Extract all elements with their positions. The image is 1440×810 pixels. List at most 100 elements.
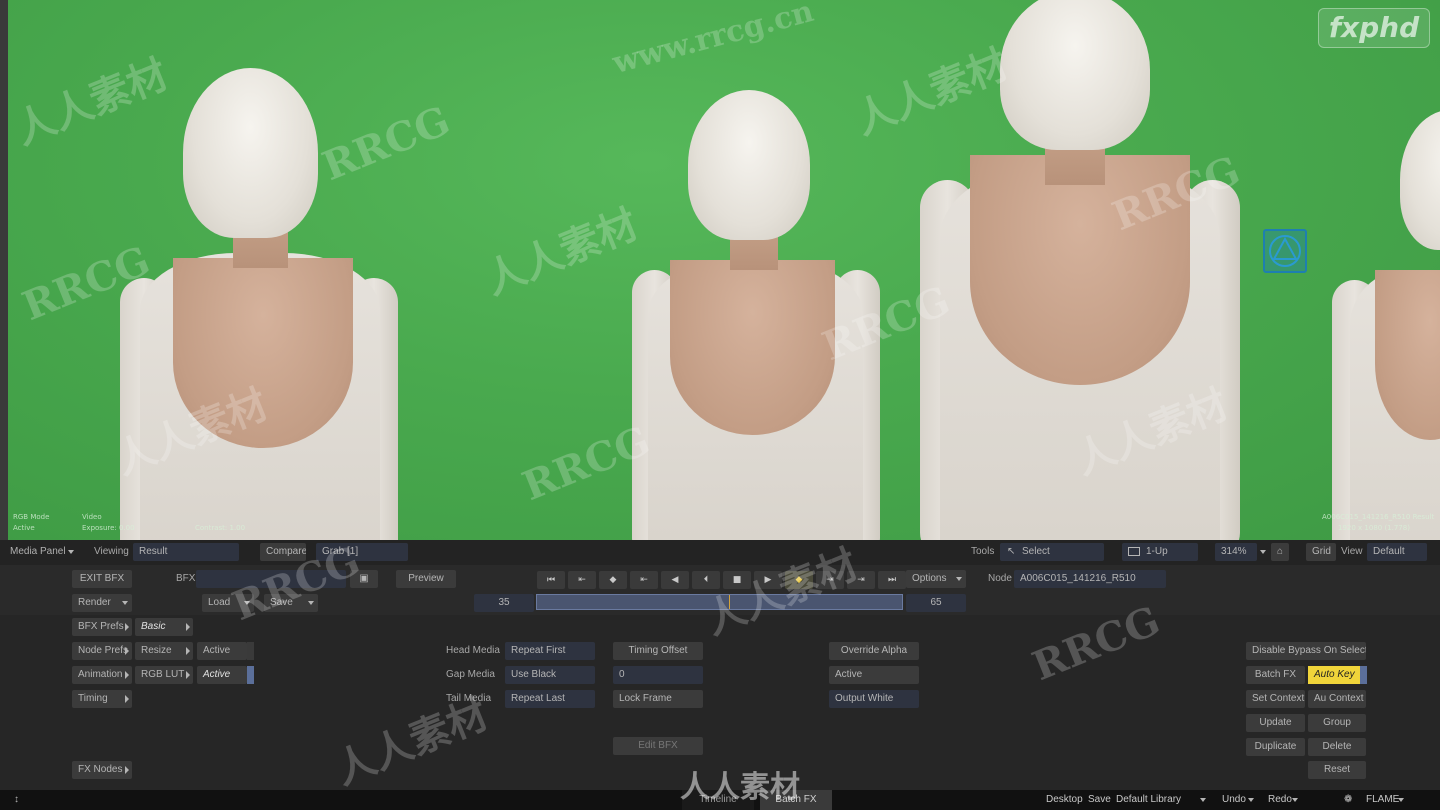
- prev-mark-icon[interactable]: ◆: [599, 571, 627, 589]
- duplicate-button[interactable]: Duplicate: [1246, 738, 1305, 756]
- gap-media-label: Gap Media: [446, 669, 495, 680]
- mode-state: Active: [13, 524, 35, 532]
- auto-key-toggle[interactable]: Auto Key: [1308, 666, 1360, 684]
- compare-button[interactable]: Compare: [260, 543, 306, 561]
- basic-button[interactable]: Basic: [135, 618, 193, 636]
- load-button[interactable]: Load: [202, 594, 254, 612]
- lut-active-toggle[interactable]: Active: [197, 666, 247, 684]
- reset-button[interactable]: Reset: [1308, 761, 1366, 779]
- media-panel-dropdown[interactable]: Media Panel: [4, 543, 78, 561]
- expand-icon[interactable]: ↕: [8, 791, 25, 809]
- zoom-field[interactable]: 314%: [1215, 543, 1257, 561]
- view-field[interactable]: Default: [1367, 543, 1427, 561]
- go-to-start-icon[interactable]: ⏮: [537, 571, 565, 589]
- prev-edit-icon[interactable]: ⇤: [630, 571, 658, 589]
- fxphd-logo: fxphd: [1318, 8, 1430, 48]
- contrast-info: Contrast: 1.00: [195, 524, 246, 532]
- tail-media-label: Tail Media: [446, 693, 492, 704]
- prev-keyframe-icon[interactable]: ⇤: [568, 571, 596, 589]
- bfx-panel: BFX Prefs Basic Node Prefs Resize Active…: [0, 615, 1440, 790]
- disable-bypass-button[interactable]: Disable Bypass On Selection: [1246, 642, 1366, 660]
- subject-figure: [915, 0, 1245, 540]
- rgb-lut-button[interactable]: RGB LUT: [135, 666, 193, 684]
- output-white-field[interactable]: Output White: [829, 690, 919, 708]
- playhead[interactable]: [729, 595, 730, 609]
- node-name-field[interactable]: A006C015_141216_R510: [1014, 570, 1166, 588]
- viewer-edge: [0, 0, 8, 540]
- gap-media-field[interactable]: Use Black: [505, 666, 595, 684]
- timeline-scrubber[interactable]: [536, 594, 903, 610]
- clip-info: A006C015_141216_R510 Result: [1322, 513, 1435, 521]
- step-back-icon[interactable]: ◀: [661, 571, 689, 589]
- preview-button[interactable]: Preview: [396, 570, 456, 588]
- timing-button[interactable]: Timing: [72, 690, 132, 708]
- bfx-name-field[interactable]: [196, 570, 346, 588]
- timing-offset-field[interactable]: 0: [613, 666, 703, 684]
- subject-figure: [118, 68, 408, 540]
- view-label: View: [1341, 546, 1363, 557]
- monitor-icon: [1128, 547, 1140, 556]
- viewing-bar: Media Panel Viewing Result Compare Grab …: [0, 540, 1440, 565]
- timing-offset-button[interactable]: Timing Offset: [613, 642, 703, 660]
- node-label: Node: [988, 573, 1012, 584]
- camera-icon[interactable]: ▣: [350, 570, 378, 588]
- resolution-info: 1920 x 1080 (1.778): [1338, 524, 1410, 532]
- head-media-field[interactable]: Repeat First: [505, 642, 595, 660]
- render-button[interactable]: Render: [72, 594, 132, 612]
- app-menu[interactable]: ❁ FLAME: [1338, 791, 1408, 809]
- group-button[interactable]: Group: [1308, 714, 1366, 732]
- subject-figure: [1330, 110, 1440, 540]
- flame-icon: ❁: [1344, 794, 1353, 805]
- undo-button[interactable]: Undo: [1216, 791, 1258, 809]
- tab-batch-fx[interactable]: Batch FX: [760, 790, 832, 810]
- next-mark-icon[interactable]: ⇥: [847, 571, 875, 589]
- home-icon[interactable]: ⌂: [1271, 543, 1289, 561]
- grab-field[interactable]: Grab [1]: [316, 543, 408, 561]
- image-viewer[interactable]: fxphd RGB Mode Active Video Exposure: 0.…: [0, 0, 1440, 540]
- next-edit-icon[interactable]: ⇥: [816, 571, 844, 589]
- play-reverse-icon[interactable]: ⏴: [692, 571, 720, 589]
- resize-button[interactable]: Resize: [135, 642, 193, 660]
- exposure-info: Exposure: 0.00: [82, 524, 135, 532]
- node-prefs-button[interactable]: Node Prefs: [72, 642, 132, 660]
- set-keyframe-icon[interactable]: ◆: [785, 571, 813, 589]
- update-button[interactable]: Update: [1246, 714, 1305, 732]
- tracker-icon[interactable]: [1263, 229, 1307, 273]
- exit-bfx-button[interactable]: EXIT BFX: [72, 570, 132, 588]
- lock-frame-toggle[interactable]: Lock Frame: [613, 690, 703, 708]
- go-to-end-icon[interactable]: ⏭: [878, 571, 906, 589]
- animation-button[interactable]: Animation: [72, 666, 132, 684]
- viewing-label: Viewing: [94, 546, 129, 557]
- subject-figure: [630, 90, 880, 540]
- frame-end-field[interactable]: 65: [906, 594, 966, 612]
- resize-active-toggle[interactable]: Active: [197, 642, 247, 660]
- layout-selector[interactable]: 1-Up: [1122, 543, 1198, 561]
- select-tool[interactable]: ↖ Select: [1000, 543, 1104, 561]
- alpha-active-toggle[interactable]: Active: [829, 666, 919, 684]
- set-context-button[interactable]: Set Context: [1246, 690, 1305, 708]
- delete-button[interactable]: Delete: [1308, 738, 1366, 756]
- batch-fx-button[interactable]: Batch FX: [1246, 666, 1305, 684]
- tail-media-field[interactable]: Repeat Last: [505, 690, 595, 708]
- au-context-button[interactable]: Au Context: [1308, 690, 1366, 708]
- redo-button[interactable]: Redo: [1262, 791, 1302, 809]
- override-alpha-button[interactable]: Override Alpha: [829, 642, 919, 660]
- frame-start-field[interactable]: 35: [474, 594, 534, 612]
- view-type-info: Video: [82, 513, 102, 521]
- stop-icon[interactable]: ■: [723, 571, 751, 589]
- toggle-indicator: [247, 666, 254, 684]
- cursor-icon: ↖: [1007, 546, 1016, 557]
- edit-bfx-button[interactable]: Edit BFX: [613, 737, 703, 755]
- library-dropdown[interactable]: Default Library: [1110, 791, 1210, 809]
- fx-nodes-button[interactable]: FX Nodes: [72, 761, 132, 779]
- zoom-dropdown[interactable]: [1256, 543, 1270, 561]
- viewing-field[interactable]: Result: [133, 543, 239, 561]
- play-icon[interactable]: ▶: [754, 571, 782, 589]
- head-media-label: Head Media: [446, 645, 500, 656]
- options-dropdown[interactable]: Options: [906, 570, 966, 588]
- mode-info: RGB Mode: [13, 513, 50, 521]
- save-setup-button[interactable]: Save: [264, 594, 318, 612]
- tab-timeline[interactable]: Timeline: [682, 790, 754, 810]
- bfx-prefs-button[interactable]: BFX Prefs: [72, 618, 132, 636]
- grid-button[interactable]: Grid: [1306, 543, 1336, 561]
